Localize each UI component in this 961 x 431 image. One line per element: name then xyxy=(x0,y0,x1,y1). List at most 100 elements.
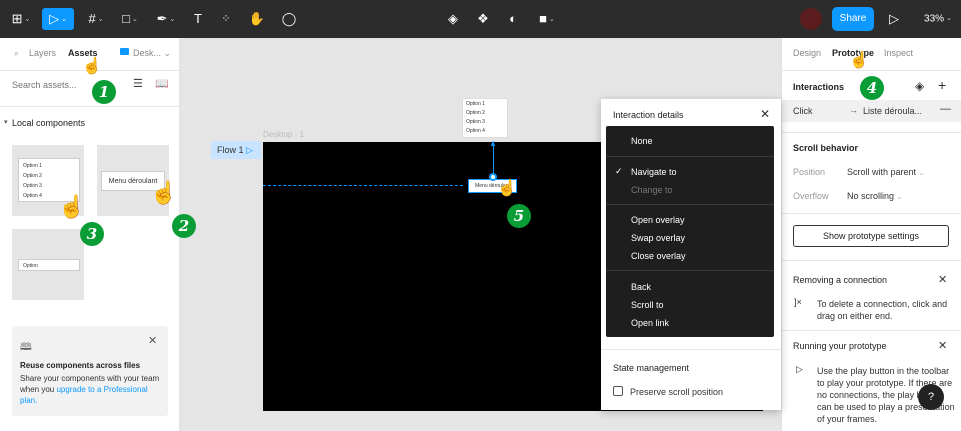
menu-separator xyxy=(606,270,774,271)
option-item: Option 3 xyxy=(466,119,485,125)
canvas-options-menu[interactable]: Option 1 Option 2 Option 3 Option 4 xyxy=(462,98,508,138)
divider xyxy=(782,330,961,331)
help-button[interactable]: ? xyxy=(918,384,944,410)
divider xyxy=(0,106,180,107)
option-card: Option xyxy=(18,259,80,271)
library-book-icon xyxy=(120,48,129,55)
overflow-value: No scrolling xyxy=(847,191,895,201)
action-dropdown: None ✓ Navigate to Change to Open overla… xyxy=(606,126,774,337)
zoom-dropdown[interactable]: 33% ⌄ xyxy=(920,8,956,30)
hand-tool-icon[interactable]: ✋ xyxy=(248,8,266,30)
resources-icon[interactable]: ⁘ xyxy=(218,8,234,30)
list-view-icon[interactable]: ☰ xyxy=(133,77,143,90)
play-icon[interactable]: ▷ xyxy=(887,8,901,30)
preserve-checkbox[interactable] xyxy=(613,386,623,396)
remove-icon[interactable]: — xyxy=(940,103,951,115)
figma-menu-icon[interactable]: ⊞ ⌄ xyxy=(8,8,34,30)
interactions-title: Interactions xyxy=(793,82,845,92)
connection-handle[interactable] xyxy=(489,173,497,181)
promo-body: Share your components with your team whe… xyxy=(20,373,166,406)
boolean-icon[interactable]: ■ ⌄ xyxy=(534,8,560,30)
comment-tool-icon[interactable]: ◯ xyxy=(280,8,298,30)
close-icon[interactable]: ✕ xyxy=(938,339,947,352)
option-item: Option 1 xyxy=(466,101,485,107)
pointing-hand-icon: ☝ xyxy=(82,58,102,75)
removing-text: To delete a connection, click and drag o… xyxy=(817,299,948,321)
option-item: Option 2 xyxy=(466,110,485,116)
step-marker: 4 xyxy=(860,76,884,100)
library-dropdown[interactable]: Desk... ⌄ xyxy=(133,48,171,59)
close-icon[interactable]: ✕ xyxy=(148,334,157,347)
pointing-hand-icon: ☝ xyxy=(849,52,869,69)
tab-design[interactable]: Design xyxy=(793,48,821,58)
prototype-diamond-icon[interactable]: ◈ xyxy=(915,79,924,93)
caret-down-icon[interactable]: ▾ xyxy=(4,118,8,126)
component-icon[interactable]: ◈ xyxy=(444,8,462,30)
search-icon: ⌕ xyxy=(14,48,20,58)
menu-item-swap-overlay[interactable]: Swap overlay xyxy=(631,233,685,243)
guide-line xyxy=(263,185,463,186)
flow-label: Flow 1 xyxy=(217,145,244,155)
pointing-hand-icon: ☝ xyxy=(497,180,517,197)
divider xyxy=(782,132,961,133)
pointing-hand-icon: ☝ xyxy=(150,180,178,205)
rectangle-tool-icon[interactable]: □ ⌄ xyxy=(116,8,144,30)
instance-icon[interactable]: ❖ xyxy=(474,8,492,30)
divider xyxy=(782,260,961,261)
menu-item-back[interactable]: Back xyxy=(631,282,651,292)
book-icon: 🕮 xyxy=(20,342,32,353)
menu-item-scroll-to[interactable]: Scroll to xyxy=(631,300,664,310)
menu-item-change: Change to xyxy=(631,185,673,195)
menu-item-open-link[interactable]: Open link xyxy=(631,318,669,328)
preserve-label: Preserve scroll position xyxy=(630,387,724,397)
add-icon[interactable]: + xyxy=(938,77,946,93)
menu-separator xyxy=(606,204,774,205)
step-marker: 5 xyxy=(507,204,531,228)
interaction-row[interactable]: Click → Liste déroula... — xyxy=(782,100,961,122)
divider xyxy=(782,70,961,71)
text-tool-icon[interactable]: T xyxy=(190,8,206,30)
zoom-label: 33% xyxy=(924,13,945,25)
component-thumb-option[interactable]: Option xyxy=(12,229,84,300)
toolbar: ⊞ ⌄ ▷ ⌄ # ⌄ □ ⌄ ✒ ⌄ T ⁘ ✋ ◯ ◈ ❖ ◐ ■ ⌄ Share ▷ … xyxy=(0,0,961,38)
position-value: Scroll with parent xyxy=(847,167,917,177)
divider xyxy=(782,213,961,214)
close-icon[interactable]: ✕ xyxy=(938,273,947,286)
flow-starting-point[interactable]: Flow 1 ▷ xyxy=(211,141,261,159)
step-marker: 2 xyxy=(172,214,196,238)
promo-card: 🕮 ✕ Reuse components across files Share … xyxy=(12,326,168,416)
show-prototype-settings-button[interactable]: Show prototype settings xyxy=(793,225,949,247)
menu-item-open-overlay[interactable]: Open overlay xyxy=(631,215,685,225)
move-tool-icon[interactable]: ▷ ⌄ xyxy=(42,8,74,30)
library-label: Desk... xyxy=(133,48,162,58)
position-select[interactable]: Scroll with parent ⌄ xyxy=(847,167,924,177)
avatar[interactable] xyxy=(800,8,822,30)
promo-title: Reuse components across files xyxy=(20,361,141,370)
pen-tool-icon[interactable]: ✒ ⌄ xyxy=(152,8,180,30)
option-item: Option 1 xyxy=(23,163,42,169)
share-button[interactable]: Share xyxy=(832,7,874,31)
overflow-label: Overflow xyxy=(793,191,829,201)
frame-label: Desktop - 1 xyxy=(263,130,304,139)
state-title: State management xyxy=(613,363,690,373)
checkmark-icon: ✓ xyxy=(615,166,623,176)
overflow-select[interactable]: No scrolling ⌄ xyxy=(847,191,902,201)
menu-separator xyxy=(606,156,774,157)
menu-item-close-overlay[interactable]: Close overlay xyxy=(631,251,686,261)
tab-inspect[interactable]: Inspect xyxy=(884,48,913,58)
pointing-hand-icon: ☝ xyxy=(58,194,86,219)
play-icon: ▷ xyxy=(796,364,803,374)
close-icon[interactable]: ✕ xyxy=(760,107,770,121)
frame-tool-icon[interactable]: # ⌄ xyxy=(82,8,110,30)
arrow-up-icon: ▲ xyxy=(489,139,497,148)
mask-icon[interactable]: ◐ xyxy=(504,8,522,30)
library-icon[interactable]: 📖 xyxy=(155,77,169,90)
menu-item-navigate[interactable]: Navigate to xyxy=(631,167,677,177)
section-title: Local components xyxy=(12,118,86,128)
menu-item-none[interactable]: None xyxy=(631,136,653,146)
divider xyxy=(601,349,781,350)
removing-title: Removing a connection xyxy=(793,275,888,285)
tab-layers[interactable]: Layers xyxy=(29,48,56,58)
disconnect-icon: ]× xyxy=(794,297,802,307)
trigger-label: Click xyxy=(793,106,813,116)
